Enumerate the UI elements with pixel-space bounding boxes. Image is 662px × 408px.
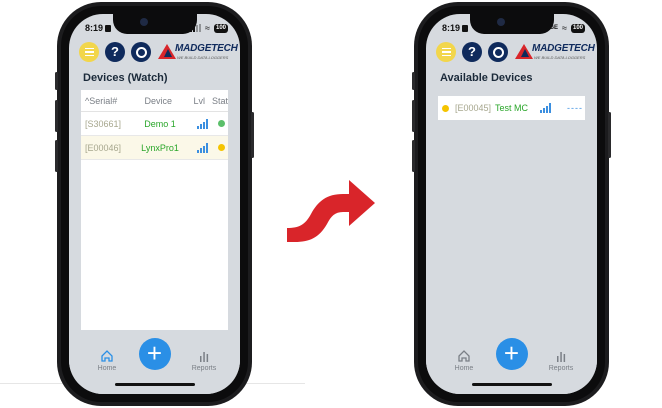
column-serial[interactable]: ^Serial# xyxy=(81,96,130,106)
column-lvl[interactable]: Lvl xyxy=(187,96,212,106)
device-stat: ---- xyxy=(567,103,584,113)
menu-icon[interactable] xyxy=(79,42,99,62)
status-dot xyxy=(442,104,449,112)
wifi-icon: ≈ xyxy=(562,23,567,33)
add-device-button[interactable]: + xyxy=(138,338,171,370)
page-title: Available Devices xyxy=(440,72,533,84)
reports-icon xyxy=(541,347,581,363)
row-device: Demo 1 xyxy=(144,118,176,129)
table-row[interactable]: [S30661] Demo 1 xyxy=(81,112,228,136)
camera-icon xyxy=(496,18,505,26)
side-button xyxy=(608,112,611,158)
search-icon[interactable] xyxy=(488,42,508,62)
tab-home-label: Home xyxy=(454,365,474,372)
search-icon[interactable] xyxy=(131,42,151,62)
column-stat[interactable]: Stat xyxy=(212,96,228,106)
wifi-icon: ≈ xyxy=(205,23,210,33)
level-icon xyxy=(196,142,208,153)
status-dot xyxy=(218,144,225,151)
side-button xyxy=(412,72,415,90)
madgetech-logo: MADGETECH WE BUILD DATA LOGGERS xyxy=(158,43,238,63)
battery-icon: 100 xyxy=(570,23,585,33)
column-device[interactable]: Device xyxy=(130,96,187,106)
side-button xyxy=(412,100,415,132)
curved-arrow-icon xyxy=(287,180,375,242)
help-icon[interactable]: ? xyxy=(462,42,482,62)
battery-icon: 100 xyxy=(213,23,228,33)
tab-reports-label: Reports xyxy=(548,365,574,372)
row-device: LynxPro1 xyxy=(141,142,179,153)
home-icon xyxy=(444,347,484,363)
madgetech-logo: MADGETECH WE BUILD DATA LOGGERS xyxy=(515,43,595,63)
row-serial: [E00046] xyxy=(85,142,122,153)
page-title: Devices (Watch) xyxy=(83,72,168,84)
menu-icon[interactable] xyxy=(436,42,456,62)
available-device-row[interactable]: [E00045] Test MC ---- xyxy=(438,96,585,120)
side-button xyxy=(412,140,415,172)
reports-icon xyxy=(184,347,224,363)
status-time: 8:19 xyxy=(85,23,112,33)
tab-home[interactable]: Home xyxy=(87,347,127,372)
tab-home-label: Home xyxy=(97,365,117,372)
side-button xyxy=(251,112,254,158)
help-icon[interactable]: ? xyxy=(105,42,125,62)
app-bar: ? MADGETECH WE BUILD DATA LOGGERS xyxy=(426,40,597,66)
level-icon xyxy=(540,103,552,113)
camera-icon xyxy=(139,18,148,26)
status-time: 8:19 xyxy=(442,23,469,33)
tab-reports-label: Reports xyxy=(191,365,217,372)
side-button xyxy=(55,72,58,90)
right-screen: 8:19 5GE ≈ 100 ? MADGETECH WE BUILD DATA… xyxy=(426,14,597,394)
tab-reports[interactable]: Reports xyxy=(541,347,581,372)
tab-reports[interactable]: Reports xyxy=(184,347,224,372)
notch xyxy=(469,14,554,34)
app-bar: ? MADGETECH WE BUILD DATA LOGGERS xyxy=(69,40,240,66)
home-icon xyxy=(87,347,127,363)
level-icon xyxy=(196,118,208,129)
table-row[interactable]: [E00046] LynxPro1 xyxy=(81,136,228,160)
notch xyxy=(112,14,197,34)
device-serial: [E00045] xyxy=(455,103,492,113)
device-name: Test MC xyxy=(495,103,529,113)
left-screen: 8:19 ≈ 100 ? MADGETECH WE BUILD DATA LOG… xyxy=(69,14,240,394)
home-indicator xyxy=(114,383,195,386)
side-button xyxy=(55,140,58,172)
home-indicator xyxy=(471,383,552,386)
row-serial: [S30661] xyxy=(85,118,122,129)
table-header: ^Serial# Device Lvl Stat xyxy=(81,90,228,112)
side-button xyxy=(55,100,58,132)
devices-table: ^Serial# Device Lvl Stat [S30661] Demo 1… xyxy=(81,90,228,352)
tab-home[interactable]: Home xyxy=(444,347,484,372)
add-device-button[interactable]: + xyxy=(495,338,528,370)
right-phone: 8:19 5GE ≈ 100 ? MADGETECH WE BUILD DATA… xyxy=(412,2,611,406)
left-phone: 8:19 ≈ 100 ? MADGETECH WE BUILD DATA LOG… xyxy=(55,2,254,406)
status-dot xyxy=(218,120,225,127)
